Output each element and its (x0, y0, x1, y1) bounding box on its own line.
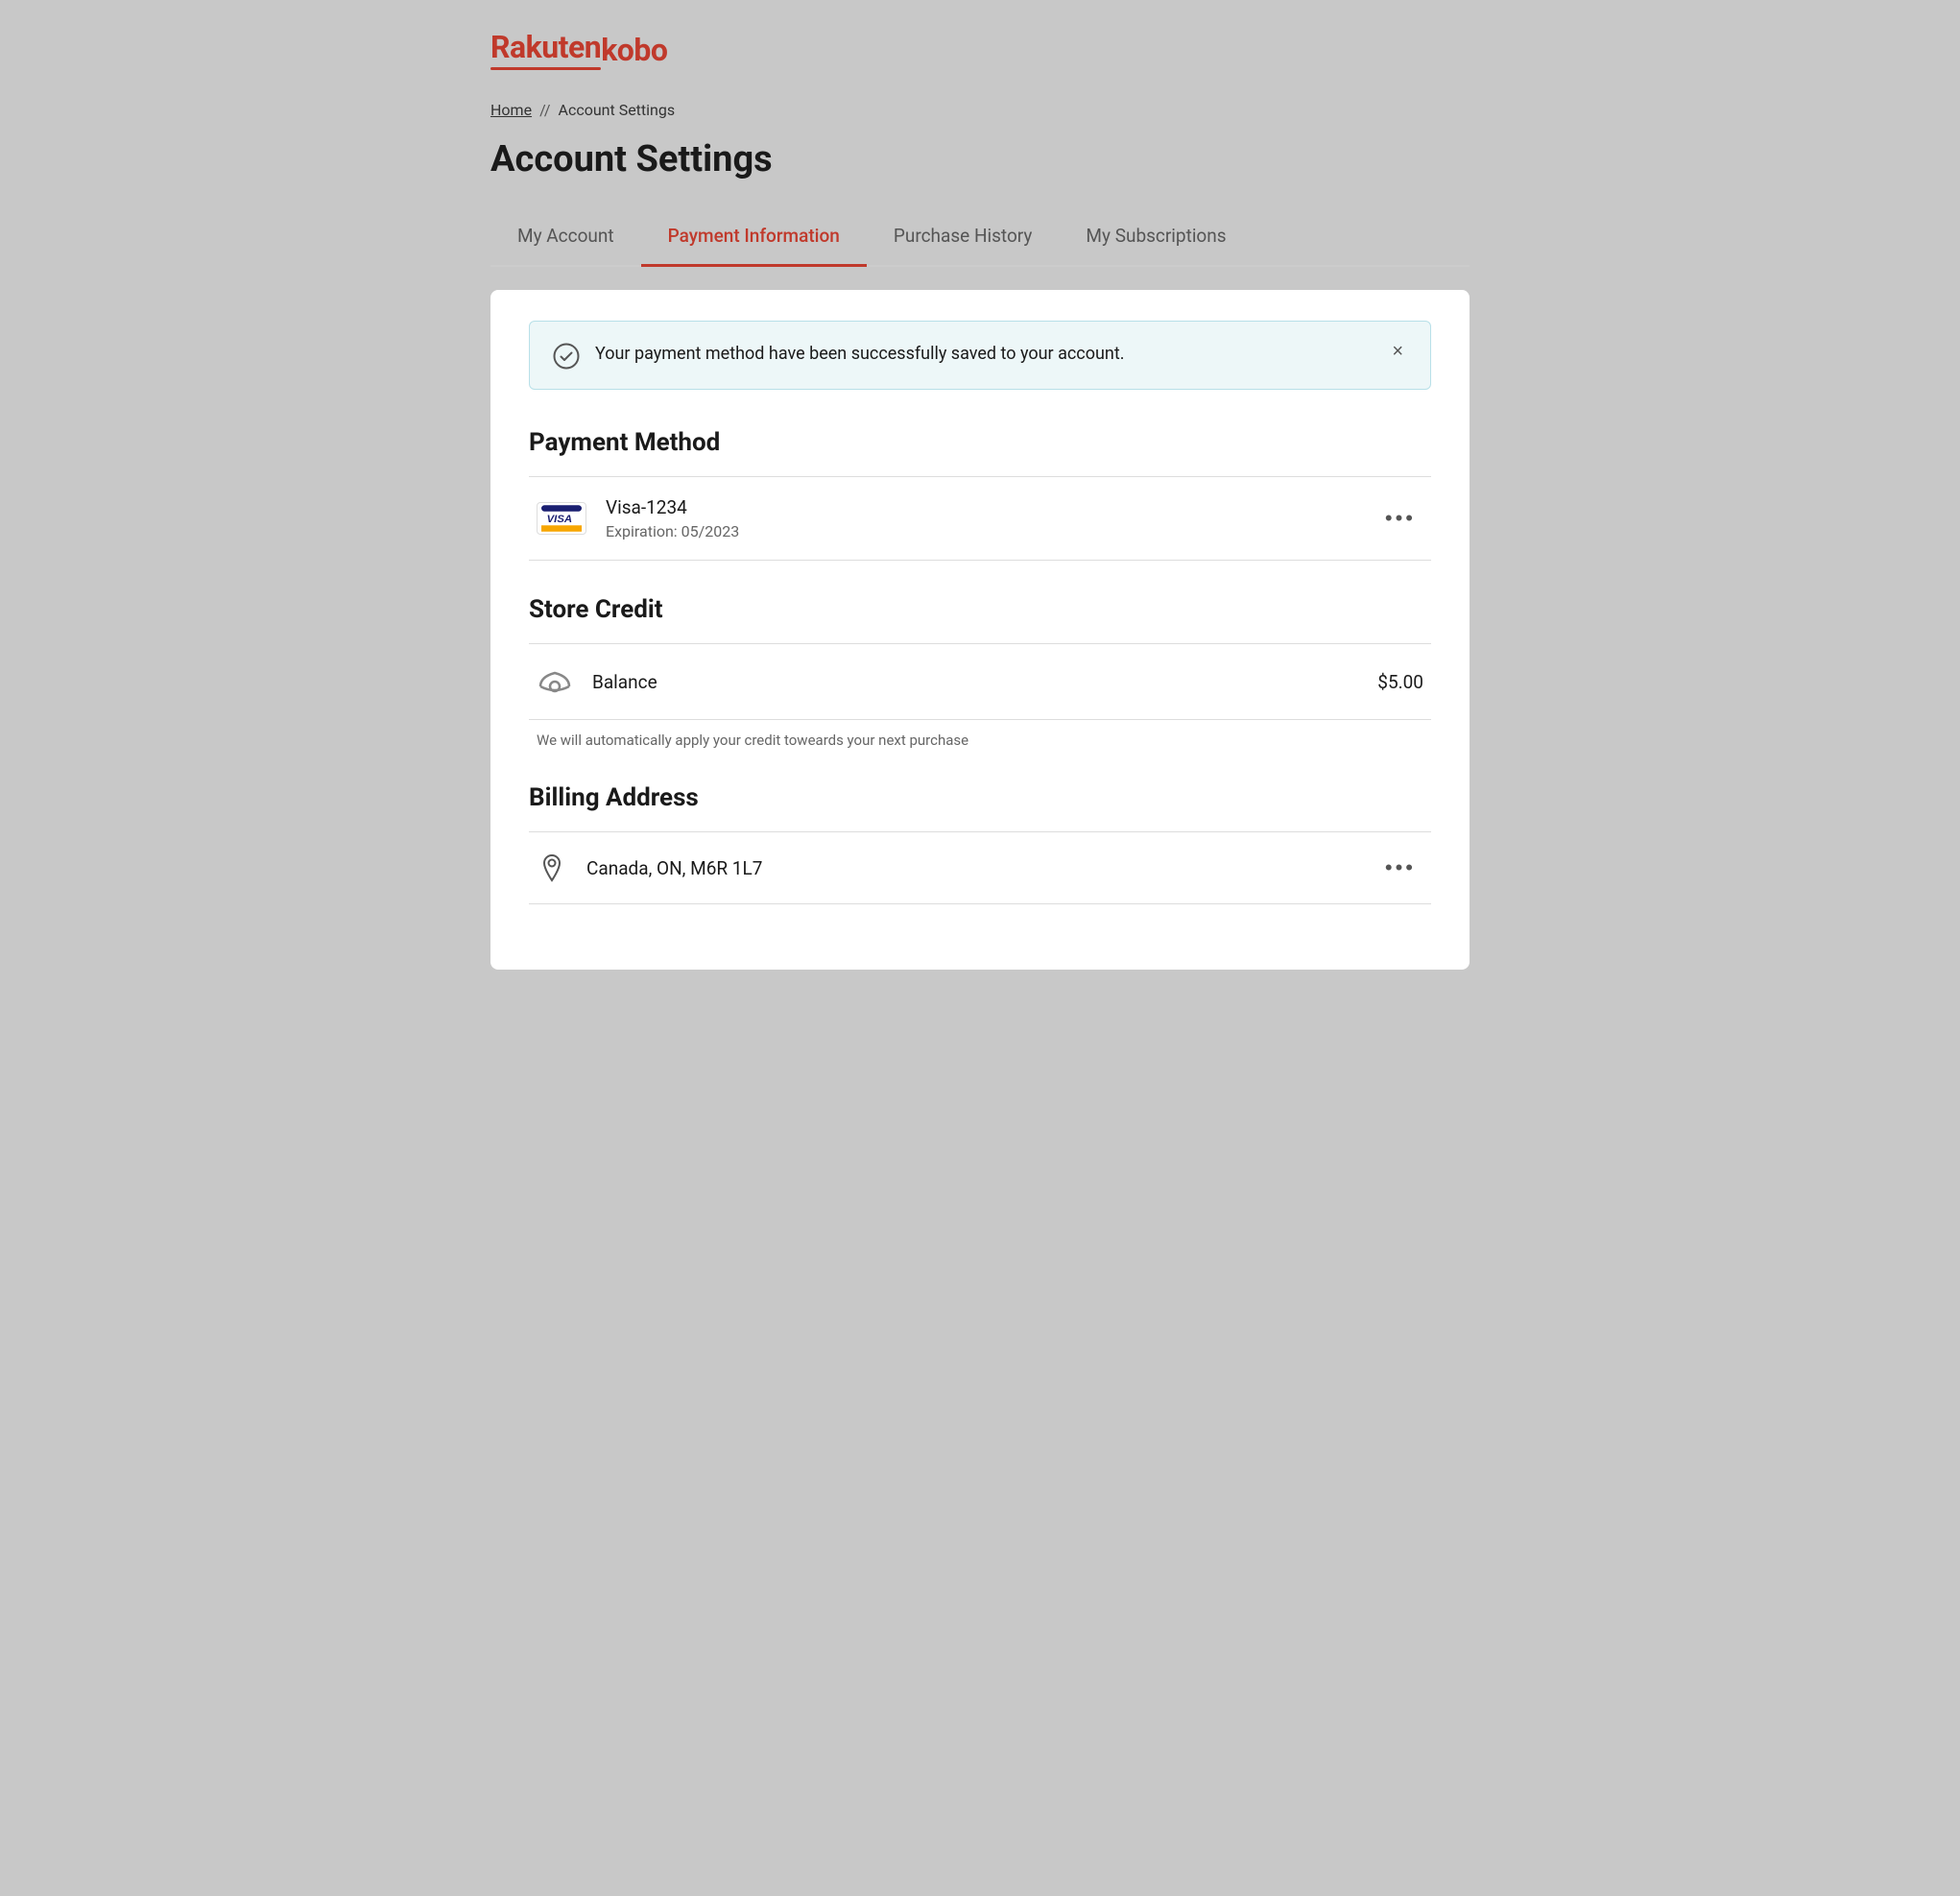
svg-text:VISA: VISA (547, 514, 572, 525)
tab-purchase-history[interactable]: Purchase History (867, 207, 1060, 267)
logo-area: Rakuten kobo (490, 29, 1470, 70)
close-banner-button[interactable]: × (1388, 341, 1407, 363)
tab-payment-information[interactable]: Payment Information (641, 207, 867, 267)
credit-note: We will automatically apply your credit … (529, 732, 1431, 749)
balance-label: Balance (592, 671, 657, 693)
balance-left: Balance (537, 663, 657, 700)
location-pin-icon (537, 852, 567, 883)
tabs-nav: My Account Payment Information Purchase … (490, 207, 1470, 267)
success-banner-left: Your payment method have been successful… (553, 341, 1125, 370)
store-credit-icon (537, 663, 573, 700)
balance-row: Balance $5.00 (529, 643, 1431, 720)
tab-my-subscriptions[interactable]: My Subscriptions (1059, 207, 1253, 267)
success-banner: Your payment method have been successful… (529, 321, 1431, 390)
address-more-button[interactable]: ••• (1377, 852, 1423, 884)
card-more-button[interactable]: ••• (1377, 502, 1423, 535)
address-left: Canada, ON, M6R 1L7 (537, 852, 762, 883)
success-message: Your payment method have been successful… (595, 341, 1125, 367)
payment-method-heading: Payment Method (529, 428, 1431, 457)
card-expiry: Expiration: 05/2023 (606, 522, 739, 540)
logo-kobo: kobo (601, 32, 667, 68)
store-credit-heading: Store Credit (529, 595, 1431, 624)
breadcrumb-home-link[interactable]: Home (490, 101, 532, 119)
billing-address-text: Canada, ON, M6R 1L7 (586, 857, 762, 879)
visa-card-icon: VISA (537, 502, 586, 535)
card-name: Visa-1234 (606, 496, 739, 518)
payment-method-section: Payment Method VISA (529, 428, 1431, 561)
breadcrumb-separator: // (539, 101, 550, 119)
card-row-left: VISA Visa-1234 Expiration: 05/2023 (537, 496, 739, 540)
address-row: Canada, ON, M6R 1L7 ••• (529, 831, 1431, 904)
breadcrumb-current: Account Settings (559, 101, 676, 119)
rakuten-kobo-logo[interactable]: Rakuten kobo (490, 29, 1470, 70)
breadcrumb: Home // Account Settings (490, 101, 1470, 119)
page-title: Account Settings (490, 138, 1470, 180)
visa-card-row: VISA Visa-1234 Expiration: 05/2023 ••• (529, 476, 1431, 561)
billing-address-heading: Billing Address (529, 783, 1431, 812)
store-credit-section: Store Credit Balance $5.00 We will autom… (529, 595, 1431, 749)
check-circle-icon (553, 343, 580, 370)
billing-address-section: Billing Address Canada, ON, M6R 1L7 ••• (529, 783, 1431, 904)
balance-amount: $5.00 (1377, 671, 1423, 693)
logo-rakuten: Rakuten (490, 29, 601, 65)
tab-my-account[interactable]: My Account (490, 207, 641, 267)
content-area: Your payment method have been successful… (490, 290, 1470, 970)
card-info: Visa-1234 Expiration: 05/2023 (606, 496, 739, 540)
